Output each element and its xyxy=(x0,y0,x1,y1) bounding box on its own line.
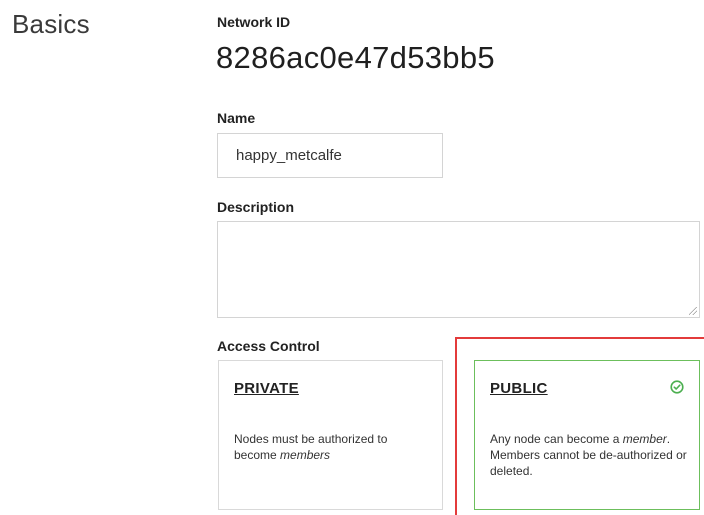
resize-grip-icon[interactable] xyxy=(689,307,697,315)
private-desc-emphasis: members xyxy=(280,448,331,462)
public-description: Any node can become a member. Members ca… xyxy=(490,431,689,479)
description-textarea[interactable] xyxy=(217,221,700,318)
public-desc-emphasis: member xyxy=(622,432,667,446)
public-desc-text: Any node can become a xyxy=(490,432,623,446)
public-title: PUBLIC xyxy=(490,380,548,397)
network-id-label: Network ID xyxy=(217,14,291,30)
name-label: Name xyxy=(217,110,256,126)
check-circle-icon xyxy=(670,380,684,394)
access-public-card[interactable]: PUBLIC Any node can become a member. Mem… xyxy=(474,360,700,510)
private-title: PRIVATE xyxy=(234,380,299,397)
name-input[interactable]: happy_metcalfe xyxy=(217,133,443,178)
description-label: Description xyxy=(217,199,295,215)
access-control-label: Access Control xyxy=(217,338,320,354)
private-description: Nodes must be authorized to become membe… xyxy=(234,431,432,463)
network-id-value: 8286ac0e47d53bb5 xyxy=(216,40,495,75)
access-private-card[interactable]: PRIVATE Nodes must be authorized to beco… xyxy=(218,360,443,510)
section-title: Basics xyxy=(12,9,90,39)
